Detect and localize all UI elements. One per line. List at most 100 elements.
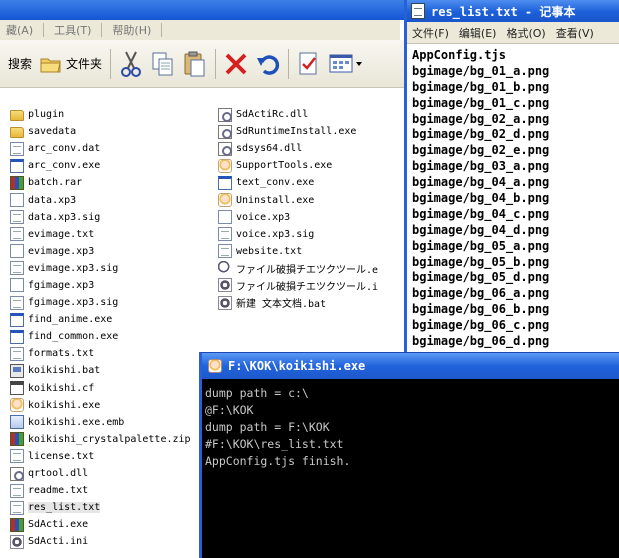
file-item[interactable]: sdsys64.dll <box>218 140 378 157</box>
file-name: plugin <box>28 109 65 121</box>
undo-button[interactable] <box>252 46 284 82</box>
bat-icon <box>10 363 24 378</box>
file-item[interactable]: formats.txt <box>10 345 191 362</box>
file-item[interactable]: ファイル破損チエツクツール.e <box>218 260 378 277</box>
file-name: koikishi_crystalpalette.zip <box>28 433 191 445</box>
file-item[interactable]: batch.rar <box>10 174 191 191</box>
notepad-text-line: bgimage/bg_04_a.png <box>412 175 550 190</box>
folder-icon <box>10 127 24 139</box>
cut-button[interactable] <box>115 46 147 82</box>
notepad-text-line: bgimage/bg_04_d.png <box>412 222 550 237</box>
rar-icon <box>10 432 24 447</box>
file-item[interactable]: SdActi.exe <box>10 516 191 533</box>
file-item[interactable]: readme.txt <box>10 482 191 499</box>
file-item[interactable]: evimage.txt <box>10 226 191 243</box>
notepad-text-line: bgimage/bg_05_a.png <box>412 238 550 253</box>
file-item[interactable]: ファイル破損チエツクツール.i <box>218 277 378 294</box>
menu-tools[interactable]: 工具(T) <box>48 22 97 38</box>
notepad-menu-format[interactable]: 格式(O) <box>501 25 550 41</box>
paste-button[interactable] <box>179 46 211 82</box>
file-item[interactable]: savedata <box>10 123 191 140</box>
properties-button[interactable] <box>293 46 325 82</box>
notepad-title-bar[interactable]: res_list.txt - 记事本 <box>407 0 619 22</box>
file-item[interactable]: fgimage.xp3.sig <box>10 294 191 311</box>
file-name: voice.xp3 <box>236 211 291 223</box>
file-item[interactable]: SdRuntimeInstall.exe <box>218 123 378 140</box>
file-item[interactable]: koikishi.exe <box>10 397 191 414</box>
notepad-menu-view[interactable]: 查看(V) <box>551 25 599 41</box>
views-grid-icon <box>329 54 363 72</box>
notepad-menu-file[interactable]: 文件(F) <box>407 25 454 41</box>
xp3-icon <box>10 278 24 293</box>
console-title: F:\KOK\koikishi.exe <box>228 359 366 373</box>
file-item[interactable]: find_anime.exe <box>10 311 191 328</box>
folders-button[interactable]: 文件夹 <box>36 46 106 82</box>
file-item[interactable]: koikishi_crystalpalette.zip <box>10 431 191 448</box>
file-item[interactable]: data.xp3 <box>10 191 191 208</box>
notepad-text-line: bgimage/bg_02_e.png <box>412 143 550 158</box>
file-item[interactable]: koikishi.cf <box>10 380 191 397</box>
file-item[interactable]: arc_conv.exe <box>10 157 191 174</box>
file-item[interactable]: data.xp3.sig <box>10 209 191 226</box>
menu-help[interactable]: 帮助(H) <box>106 22 157 38</box>
file-item[interactable]: website.txt <box>218 243 378 260</box>
views-button[interactable] <box>325 46 367 82</box>
file-item[interactable]: 新建 文本文档.bat <box>218 294 378 311</box>
file-item[interactable]: qrtool.dll <box>10 465 191 482</box>
console-title-bar[interactable]: F:\KOK\koikishi.exe <box>202 353 619 379</box>
file-name: koikishi.exe.emb <box>28 416 125 428</box>
menu-separator <box>101 23 103 37</box>
copy-button[interactable] <box>147 46 179 82</box>
explorer-title-bar[interactable] <box>0 0 404 20</box>
file-item[interactable]: koikishi.bat <box>10 362 191 379</box>
file-item[interactable]: Uninstall.exe <box>218 191 378 208</box>
file-item[interactable]: plugin <box>10 106 191 123</box>
gear-icon <box>10 534 24 549</box>
file-item[interactable]: evimage.xp3.sig <box>10 260 191 277</box>
delete-x-icon <box>225 53 247 74</box>
notepad-menu-bar: 文件(F) 编辑(E) 格式(O) 查看(V) <box>407 22 619 44</box>
scissors-icon <box>121 51 142 77</box>
file-name: res_list.txt <box>28 502 101 514</box>
doc-icon <box>218 227 232 242</box>
console-window: F:\KOK\koikishi.exe dump path = c:\ @F:\K… <box>199 352 619 558</box>
folder-icon <box>10 110 24 122</box>
file-item[interactable]: SdActiRc.dll <box>218 106 378 123</box>
file-item[interactable]: license.txt <box>10 448 191 465</box>
doc-icon <box>10 227 24 242</box>
file-name: find_common.exe <box>28 331 119 343</box>
notepad-menu-edit[interactable]: 编辑(E) <box>454 25 502 41</box>
file-item[interactable]: text_conv.exe <box>218 174 378 191</box>
file-item[interactable]: voice.xp3.sig <box>218 226 378 243</box>
file-list-column-1: plugin savedata arc_conv.dat arc_conv.exe ba… <box>10 106 191 550</box>
file-name: website.txt <box>236 245 303 257</box>
search-button[interactable]: 搜索 <box>0 46 36 82</box>
menu-favorites[interactable]: 藏(A) <box>0 22 39 38</box>
file-item[interactable]: koikishi.exe.emb <box>10 414 191 431</box>
file-item[interactable]: res_list.txt <box>10 499 191 516</box>
notepad-text-line: bgimage/bg_06_c.png <box>412 318 550 333</box>
console-line: AppConfig.tjs finish. <box>205 454 351 468</box>
file-name: arc_conv.dat <box>28 143 101 155</box>
search-button-label: 搜索 <box>8 57 33 71</box>
file-item[interactable]: voice.xp3 <box>218 209 378 226</box>
console-output[interactable]: dump path = c:\ @F:\KOK dump path = F:\KOK… <box>202 379 619 470</box>
file-item[interactable]: evimage.xp3 <box>10 243 191 260</box>
folders-button-label: 文件夹 <box>66 57 103 71</box>
notepad-text-area[interactable]: AppConfig.tjs bgimage/bg_01_a.png bgimage/… <box>407 44 619 350</box>
file-item[interactable]: arc_conv.dat <box>10 140 191 157</box>
doc-icon <box>10 210 24 225</box>
exe-icon <box>10 329 24 344</box>
xp3-icon <box>218 210 232 225</box>
file-item[interactable]: find_common.exe <box>10 328 191 345</box>
file-name: savedata <box>28 126 77 138</box>
file-item[interactable]: SdActi.ini <box>10 533 191 550</box>
file-item[interactable]: fgimage.xp3 <box>10 277 191 294</box>
dll-icon <box>218 141 232 156</box>
file-item[interactable]: SupportTools.exe <box>218 157 378 174</box>
file-name: evimage.txt <box>28 228 95 240</box>
toolbar-separator <box>288 48 290 79</box>
delete-button[interactable] <box>220 46 252 82</box>
notepad-text-line: bgimage/bg_05_b.png <box>412 254 550 269</box>
file-name: evimage.xp3 <box>28 245 95 257</box>
